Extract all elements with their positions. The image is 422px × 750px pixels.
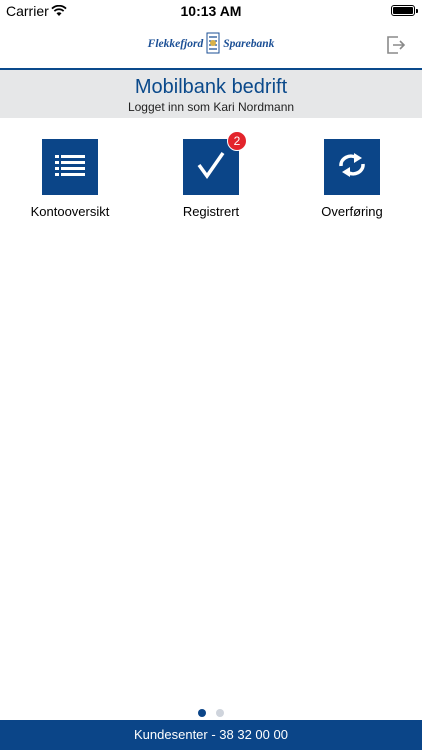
tile-kontooversikt-button[interactable] [42, 139, 98, 195]
clock: 10:13 AM [180, 3, 242, 19]
tile-kontooversikt[interactable]: Kontooversikt [0, 139, 140, 219]
nav-bar: Flekkefjord Sparebank [0, 22, 422, 70]
logout-icon[interactable] [386, 35, 406, 55]
tile-label: Kontooversikt [30, 204, 110, 219]
battery-icon [391, 5, 418, 16]
tile-overforing[interactable]: Overføring [282, 139, 422, 219]
status-bar: Carrier 10:13 AM [0, 0, 422, 22]
transfer-arrows-icon [337, 152, 367, 182]
tile-registrert[interactable]: 2 Registrert [141, 131, 281, 219]
page-title: Mobilbank bedrift [134, 76, 288, 98]
logo-text-left: Flekkefjord [147, 38, 204, 50]
customer-center-bar[interactable]: Kundesenter - 38 32 00 00 [0, 720, 422, 750]
list-icon [55, 154, 85, 181]
crest-icon [206, 32, 220, 57]
page-header: Mobilbank bedrift Logget inn som Kari No… [0, 70, 422, 118]
checkmark-icon [196, 151, 226, 184]
page-dot-1[interactable] [197, 709, 206, 717]
bank-logo: Flekkefjord Sparebank [148, 31, 274, 57]
notification-badge: 2 [227, 131, 247, 151]
customer-center-text: Kundesenter - 38 32 00 00 [134, 727, 288, 742]
logged-in-as: Logget inn som Kari Nordmann [127, 100, 295, 114]
tile-registrert-button[interactable]: 2 [183, 131, 247, 195]
tile-overforing-button[interactable] [324, 139, 380, 195]
tile-label: Registrert [182, 204, 240, 219]
page-dot-2[interactable] [216, 709, 225, 717]
logo-text-right: Sparebank [223, 38, 275, 50]
tile-label: Overføring [321, 204, 383, 219]
